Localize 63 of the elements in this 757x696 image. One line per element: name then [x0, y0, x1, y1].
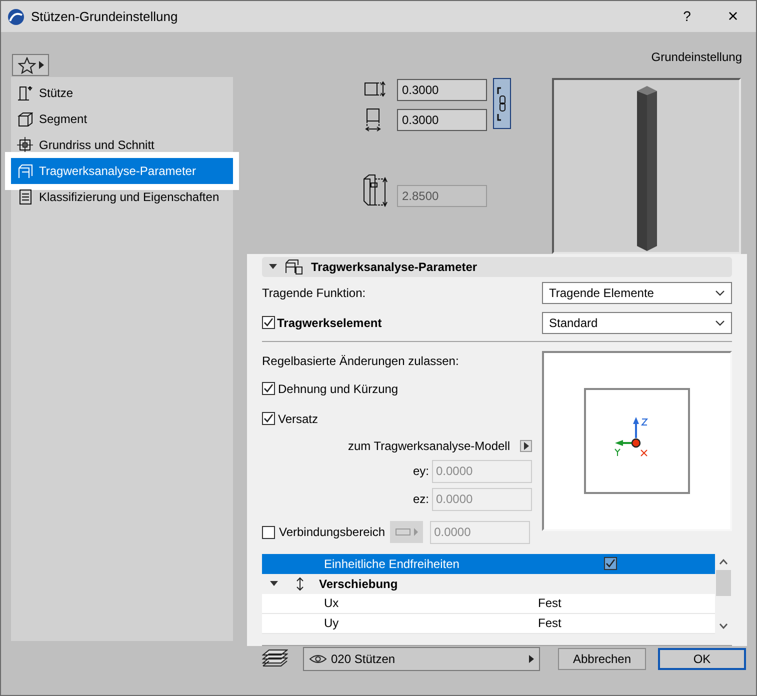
table-cell-text: Ux [324, 595, 340, 612]
chevron-down-icon [719, 623, 728, 630]
field-label: Tragende Funktion: [262, 284, 366, 302]
window-title: Stützen-Grundeinstellung [31, 8, 178, 26]
target-icon [17, 137, 33, 153]
close-button[interactable]: × [710, 1, 756, 32]
frame-icon [17, 163, 33, 179]
sidebar-item[interactable]: Stütze [11, 80, 233, 106]
table-cell-text: Einheitliche Endfreiheiten [324, 556, 460, 573]
slider-button[interactable] [390, 521, 424, 544]
frame-icon [285, 258, 303, 275]
section-label: Regelbasierte Änderungen zulassen: [262, 352, 460, 370]
input-field[interactable]: 0.3000 [397, 79, 487, 101]
table-cell-text: Fest [538, 595, 562, 612]
table-cell-text: Fest [538, 615, 562, 632]
field-label: ez: [412, 491, 429, 508]
sidebar-item[interactable]: Segment [11, 106, 233, 132]
bar-arrow-icon [394, 528, 419, 536]
dialog-button[interactable]: OK [658, 648, 746, 670]
checkbox[interactable] [262, 526, 275, 539]
field-label: ey: [412, 463, 429, 480]
panel-heading: Grundeinstellung [651, 49, 742, 66]
section-header[interactable]: Tragwerksanalyse-Parameter [262, 257, 732, 277]
input-field[interactable]: 0.3000 [397, 109, 487, 131]
eye-icon [309, 654, 327, 664]
dialog-button[interactable]: Abbrechen [558, 648, 646, 670]
dropdown[interactable]: Tragende Elemente [542, 282, 732, 304]
help-button[interactable]: ? [664, 1, 710, 32]
arrow-right-icon [524, 442, 528, 450]
checkbox-label: Versatz [278, 410, 318, 428]
star-icon [18, 56, 36, 74]
cube-icon [17, 111, 33, 127]
caret-down-icon [269, 264, 277, 270]
table-cell-text: Uy [324, 615, 340, 632]
checkbox[interactable] [262, 412, 275, 426]
arrow-right-icon [38, 61, 44, 69]
group-label: Verschiebung [319, 576, 398, 593]
sidebar-item[interactable]: Tragwerksanalyse-Parameter [11, 158, 233, 184]
checkbox[interactable] [262, 316, 275, 330]
dropdown[interactable]: Standard [542, 312, 732, 334]
chevron-down-icon [715, 320, 725, 326]
chevron-up-icon [719, 558, 728, 565]
checkbox[interactable] [262, 382, 275, 396]
layers-icon [262, 648, 288, 668]
checkbox-label: Verbindungsbereich [279, 524, 386, 542]
caret-down-icon [270, 580, 278, 587]
layer-dropdown[interactable]: 020 Stützen [303, 646, 540, 670]
field-label: zum Tragwerksanalyse-Modell [348, 438, 510, 455]
expand-toggle[interactable] [270, 580, 278, 588]
document-icon [17, 189, 33, 205]
checkbox-label: Tragwerkselement [277, 314, 382, 332]
favorites-button[interactable] [12, 54, 49, 76]
app-logo-icon [7, 8, 25, 26]
sidebar-item[interactable]: Grundriss und Schnitt [11, 132, 233, 158]
arrow-right-icon [529, 654, 534, 662]
checkbox-label: Dehnung und Kürzung [278, 380, 398, 398]
sidebar-item[interactable]: Klassifizierung und Eigenschaften [11, 184, 233, 210]
link-toggle-button[interactable] [493, 78, 511, 129]
column-icon [17, 85, 33, 101]
expand-button[interactable] [520, 440, 532, 452]
vertical-arrow-icon [296, 576, 304, 591]
chevron-down-icon [715, 290, 725, 296]
checkbox[interactable] [604, 557, 617, 570]
